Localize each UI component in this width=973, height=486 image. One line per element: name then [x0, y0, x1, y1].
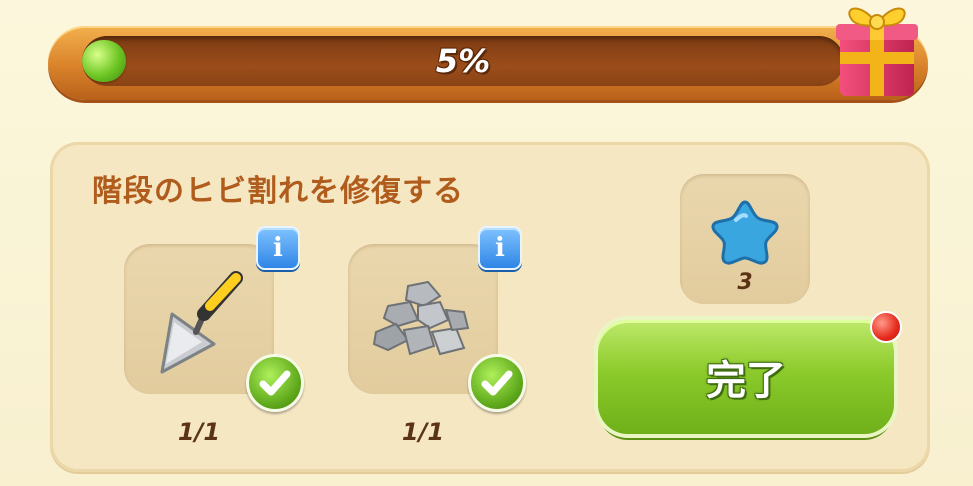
notification-dot [870, 311, 902, 343]
requirement-count-stones: 1/1 [401, 418, 445, 446]
info-button-stones[interactable]: i [478, 226, 522, 270]
blue-star-icon [711, 200, 779, 265]
check-icon-stones [468, 354, 526, 412]
game-screen: 5% 階段のヒビ割れを修復する i 1/1 i 1/1 3 完了 [0, 0, 973, 486]
reward-amount: 3 [737, 270, 753, 295]
progress-percent-label: 5% [435, 42, 491, 80]
info-button-trowel[interactable]: i [256, 226, 300, 270]
check-icon-trowel [246, 354, 304, 412]
task-title: 階段のヒビ割れを修復する [92, 174, 464, 209]
gift-box-icon[interactable] [832, 0, 922, 100]
complete-button[interactable]: 完了 [598, 320, 894, 434]
requirement-count-trowel: 1/1 [177, 418, 221, 446]
